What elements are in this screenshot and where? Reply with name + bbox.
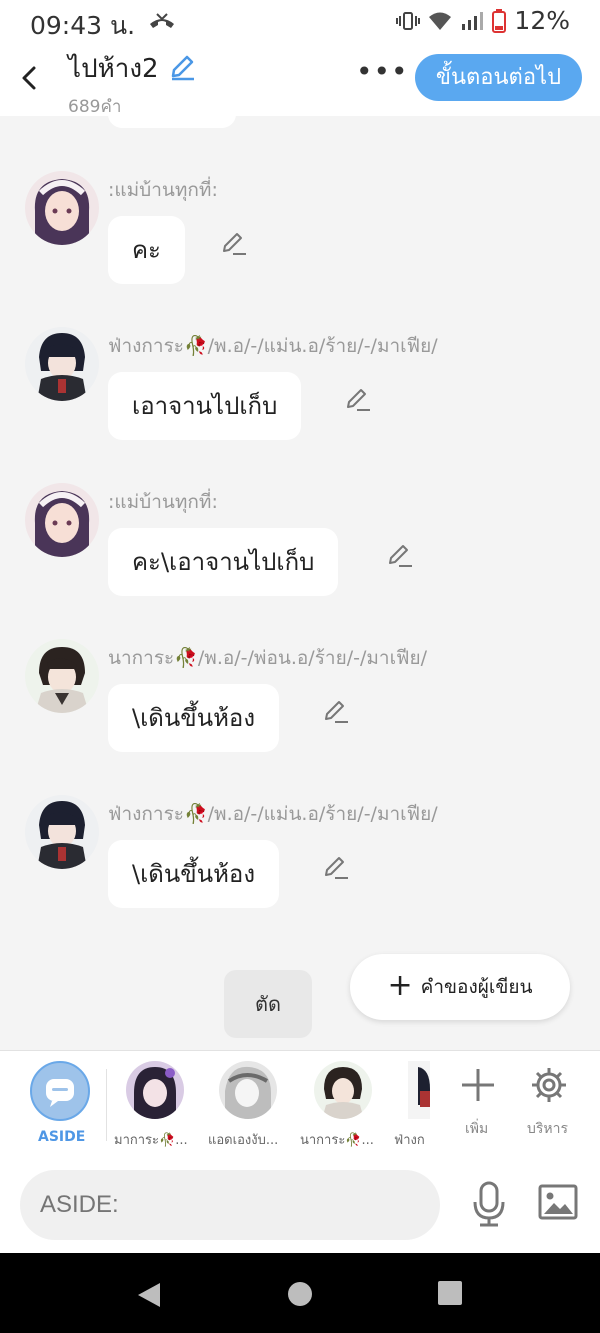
character-label: นาการะ🥀... — [300, 1133, 374, 1148]
system-navigation-bar — [0, 1253, 600, 1333]
edit-message-icon[interactable] — [386, 541, 414, 569]
battery-percent: 12% — [514, 6, 570, 35]
aside-text-input[interactable] — [20, 1170, 440, 1240]
avatar[interactable] — [25, 795, 99, 869]
character-avatar[interactable] — [408, 1061, 430, 1119]
manage-label: บริหาร — [527, 1121, 569, 1137]
speaker-name: ฟ่างการะ🥀/พ.อ/-/แม่น.อ/ร้าย/-/มาเฟีย/ — [108, 803, 438, 825]
status-time: 09:43 น. — [30, 11, 136, 40]
aside-character-button[interactable] — [30, 1061, 90, 1121]
author-note-label: คำของผู้เขียน — [420, 976, 533, 998]
title-block: ไปห้าง2 689คำ — [68, 48, 196, 120]
app-header: ไปห้าง2 689คำ ••• ขั้นตอนต่อไป — [0, 44, 600, 117]
edit-title-icon[interactable] — [168, 53, 196, 85]
edit-message-icon[interactable] — [344, 385, 372, 413]
more-options-icon[interactable]: ••• — [356, 58, 409, 86]
speaker-name: นาการะ🥀/พ.อ/-/พ่อน.อ/ร้าย/-/มาเฟีย/ — [108, 647, 428, 669]
image-icon[interactable] — [538, 1184, 578, 1220]
wifi-icon — [428, 11, 452, 31]
edit-message-icon[interactable] — [322, 697, 350, 725]
divider — [106, 1069, 107, 1141]
cut-button[interactable]: ตัด — [224, 970, 312, 1038]
character-bar: ASIDE มาการะ🥀... แอดเองงับ... นาการะ🥀...… — [0, 1050, 600, 1159]
settings-gear-icon[interactable] — [529, 1065, 569, 1105]
character-avatar[interactable] — [314, 1061, 372, 1119]
message-bubble[interactable]: \เดินขึ้นห้อง — [108, 840, 280, 908]
speaker-name: :แม่บ้านทุกที่: — [108, 491, 218, 513]
message-bubble[interactable]: \เดินขึ้นห้อง — [108, 684, 280, 752]
character-avatar[interactable] — [219, 1061, 277, 1119]
previous-message-bubble[interactable] — [108, 116, 236, 128]
character-label: มาการะ🥀... — [114, 1133, 188, 1148]
character-label: ฟ่างก — [394, 1133, 425, 1148]
missed-call-icon — [148, 10, 176, 36]
edit-message-icon[interactable] — [322, 853, 350, 881]
aside-label: ASIDE — [38, 1129, 86, 1145]
next-step-button[interactable]: ขั้นตอนต่อไป — [415, 54, 582, 101]
avatar[interactable] — [25, 483, 99, 557]
edit-message-icon[interactable] — [220, 229, 248, 257]
nav-home-icon[interactable] — [287, 1281, 313, 1307]
status-bar: 09:43 น. 12% — [0, 0, 600, 44]
back-arrow-icon[interactable] — [14, 60, 44, 96]
speaker-name: ฟ่างการะ🥀/พ.อ/-/แม่น.อ/ร้าย/-/มาเฟีย/ — [108, 335, 438, 357]
battery-icon — [492, 8, 507, 33]
add-label: เพิ่ม — [465, 1121, 489, 1137]
avatar[interactable] — [25, 327, 99, 401]
message-bubble[interactable]: เอาจานไปเก็บ — [108, 372, 302, 440]
page-title[interactable]: ไปห้าง2 — [68, 48, 159, 89]
nav-back-icon[interactable] — [136, 1281, 162, 1309]
speaker-name: :แม่บ้านทุกที่: — [108, 179, 218, 201]
character-label: แอดเองงับ... — [208, 1133, 279, 1148]
plus-icon: + — [387, 967, 413, 1003]
nav-recents-icon[interactable] — [438, 1281, 462, 1305]
message-bubble[interactable]: คะ\เอาจานไปเก็บ — [108, 528, 339, 596]
microphone-icon[interactable] — [470, 1180, 508, 1228]
input-bar — [0, 1158, 600, 1253]
vibrate-icon — [396, 10, 421, 32]
character-avatar[interactable] — [126, 1061, 184, 1119]
avatar[interactable] — [25, 171, 99, 245]
add-icon[interactable] — [458, 1065, 498, 1105]
author-note-button[interactable]: + คำของผู้เขียน — [350, 954, 570, 1020]
avatar[interactable] — [25, 639, 99, 713]
message-bubble[interactable]: คะ — [108, 216, 185, 284]
chat-area[interactable]: :แม่บ้านทุกที่: คะ ฟ่างการะ🥀/พ.อ/-/แม่น.… — [0, 116, 600, 1050]
signal-icon — [460, 11, 484, 31]
